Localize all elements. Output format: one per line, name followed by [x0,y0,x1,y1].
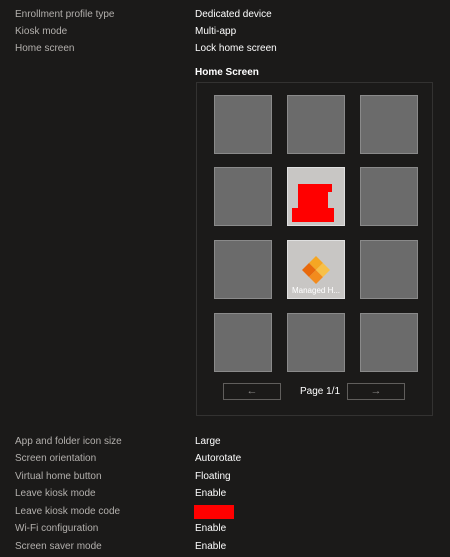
redacted-app-icon [292,184,334,222]
app-tile-label: Managed H... [291,286,341,295]
home-screen-slot[interactable] [214,240,272,299]
setting-row-screen-orientation: Screen orientation Autorotate [0,451,450,468]
setting-label: Leave kiosk mode code [15,506,121,517]
home-screen-slot[interactable] [360,240,418,299]
setting-row-icon-size: App and folder icon size Large [0,434,450,451]
setting-value: Enable [195,488,227,499]
next-page-button[interactable]: → [347,383,405,400]
setting-row-kiosk-mode: Kiosk mode Multi-app [0,24,450,41]
setting-value: Multi-app [195,26,237,37]
page-indicator: Page 1/1 [299,386,341,397]
redacted-value [194,505,234,519]
setting-row-screen-saver-mode: Screen saver mode Enable [0,539,450,556]
home-screen-slot[interactable] [214,167,272,226]
managed-home-icon [302,256,330,284]
setting-row-wifi-configuration: Wi-Fi configuration Enable [0,521,450,538]
home-screen-slot[interactable] [214,95,272,154]
setting-row-leave-kiosk-mode: Leave kiosk mode Enable [0,486,450,503]
setting-value: Enable [195,523,227,534]
home-screen-slot[interactable] [360,167,418,226]
home-screen-slot[interactable] [214,313,272,372]
home-screen-slot[interactable] [287,313,345,372]
arrow-left-icon: ← [246,385,258,397]
setting-label: Wi-Fi configuration [15,523,99,534]
setting-row-virtual-home-button: Virtual home button Floating [0,469,450,486]
home-screen-app-tile-redacted[interactable] [287,167,345,226]
home-screen-title: Home Screen [195,67,259,78]
setting-label: Virtual home button [15,471,102,482]
setting-label: Home screen [15,43,75,54]
setting-label: App and folder icon size [15,436,122,447]
setting-value: Lock home screen [195,43,277,54]
setting-value: Dedicated device [195,9,272,20]
home-screen-slot[interactable] [360,313,418,372]
setting-label: Kiosk mode [15,26,68,37]
setting-value: Floating [195,471,231,482]
previous-page-button[interactable]: ← [223,383,281,400]
setting-row-home-screen: Home screen Lock home screen [0,41,450,58]
setting-label: Leave kiosk mode [15,488,96,499]
setting-label: Screen saver mode [15,541,102,552]
setting-value: Large [195,436,221,447]
setting-row-enrollment-profile-type: Enrollment profile type Dedicated device [0,7,450,24]
setting-value: Enable [195,541,227,552]
home-screen-slot[interactable] [287,95,345,154]
arrow-right-icon: → [370,385,382,397]
setting-label: Enrollment profile type [15,9,115,20]
setting-value: Autorotate [195,453,242,464]
home-screen-slot[interactable] [360,95,418,154]
setting-row-leave-kiosk-mode-code: Leave kiosk mode code [0,504,450,521]
setting-label: Screen orientation [15,453,97,464]
home-screen-app-tile-managed-home[interactable]: Managed H... [287,240,345,299]
